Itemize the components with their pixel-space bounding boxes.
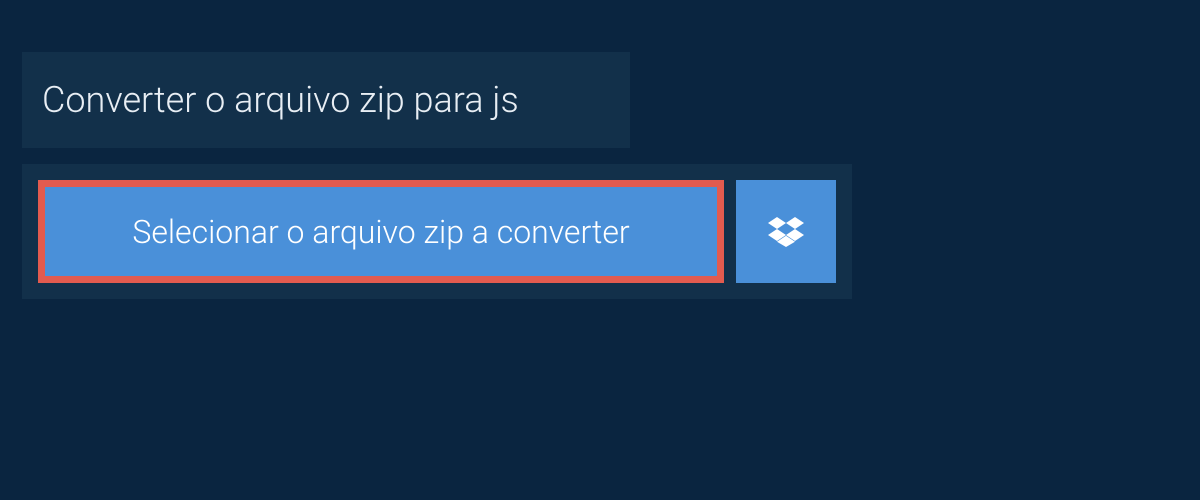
dropbox-button[interactable] [736,180,836,283]
upload-panel: Selecionar o arquivo zip a converter [22,164,852,299]
header-panel: Converter o arquivo zip para js [22,52,630,148]
dropbox-icon [768,214,804,250]
select-file-button-label: Selecionar o arquivo zip a converter [132,213,629,251]
page-title: Converter o arquivo zip para js [42,79,519,121]
select-file-button[interactable]: Selecionar o arquivo zip a converter [38,180,724,283]
